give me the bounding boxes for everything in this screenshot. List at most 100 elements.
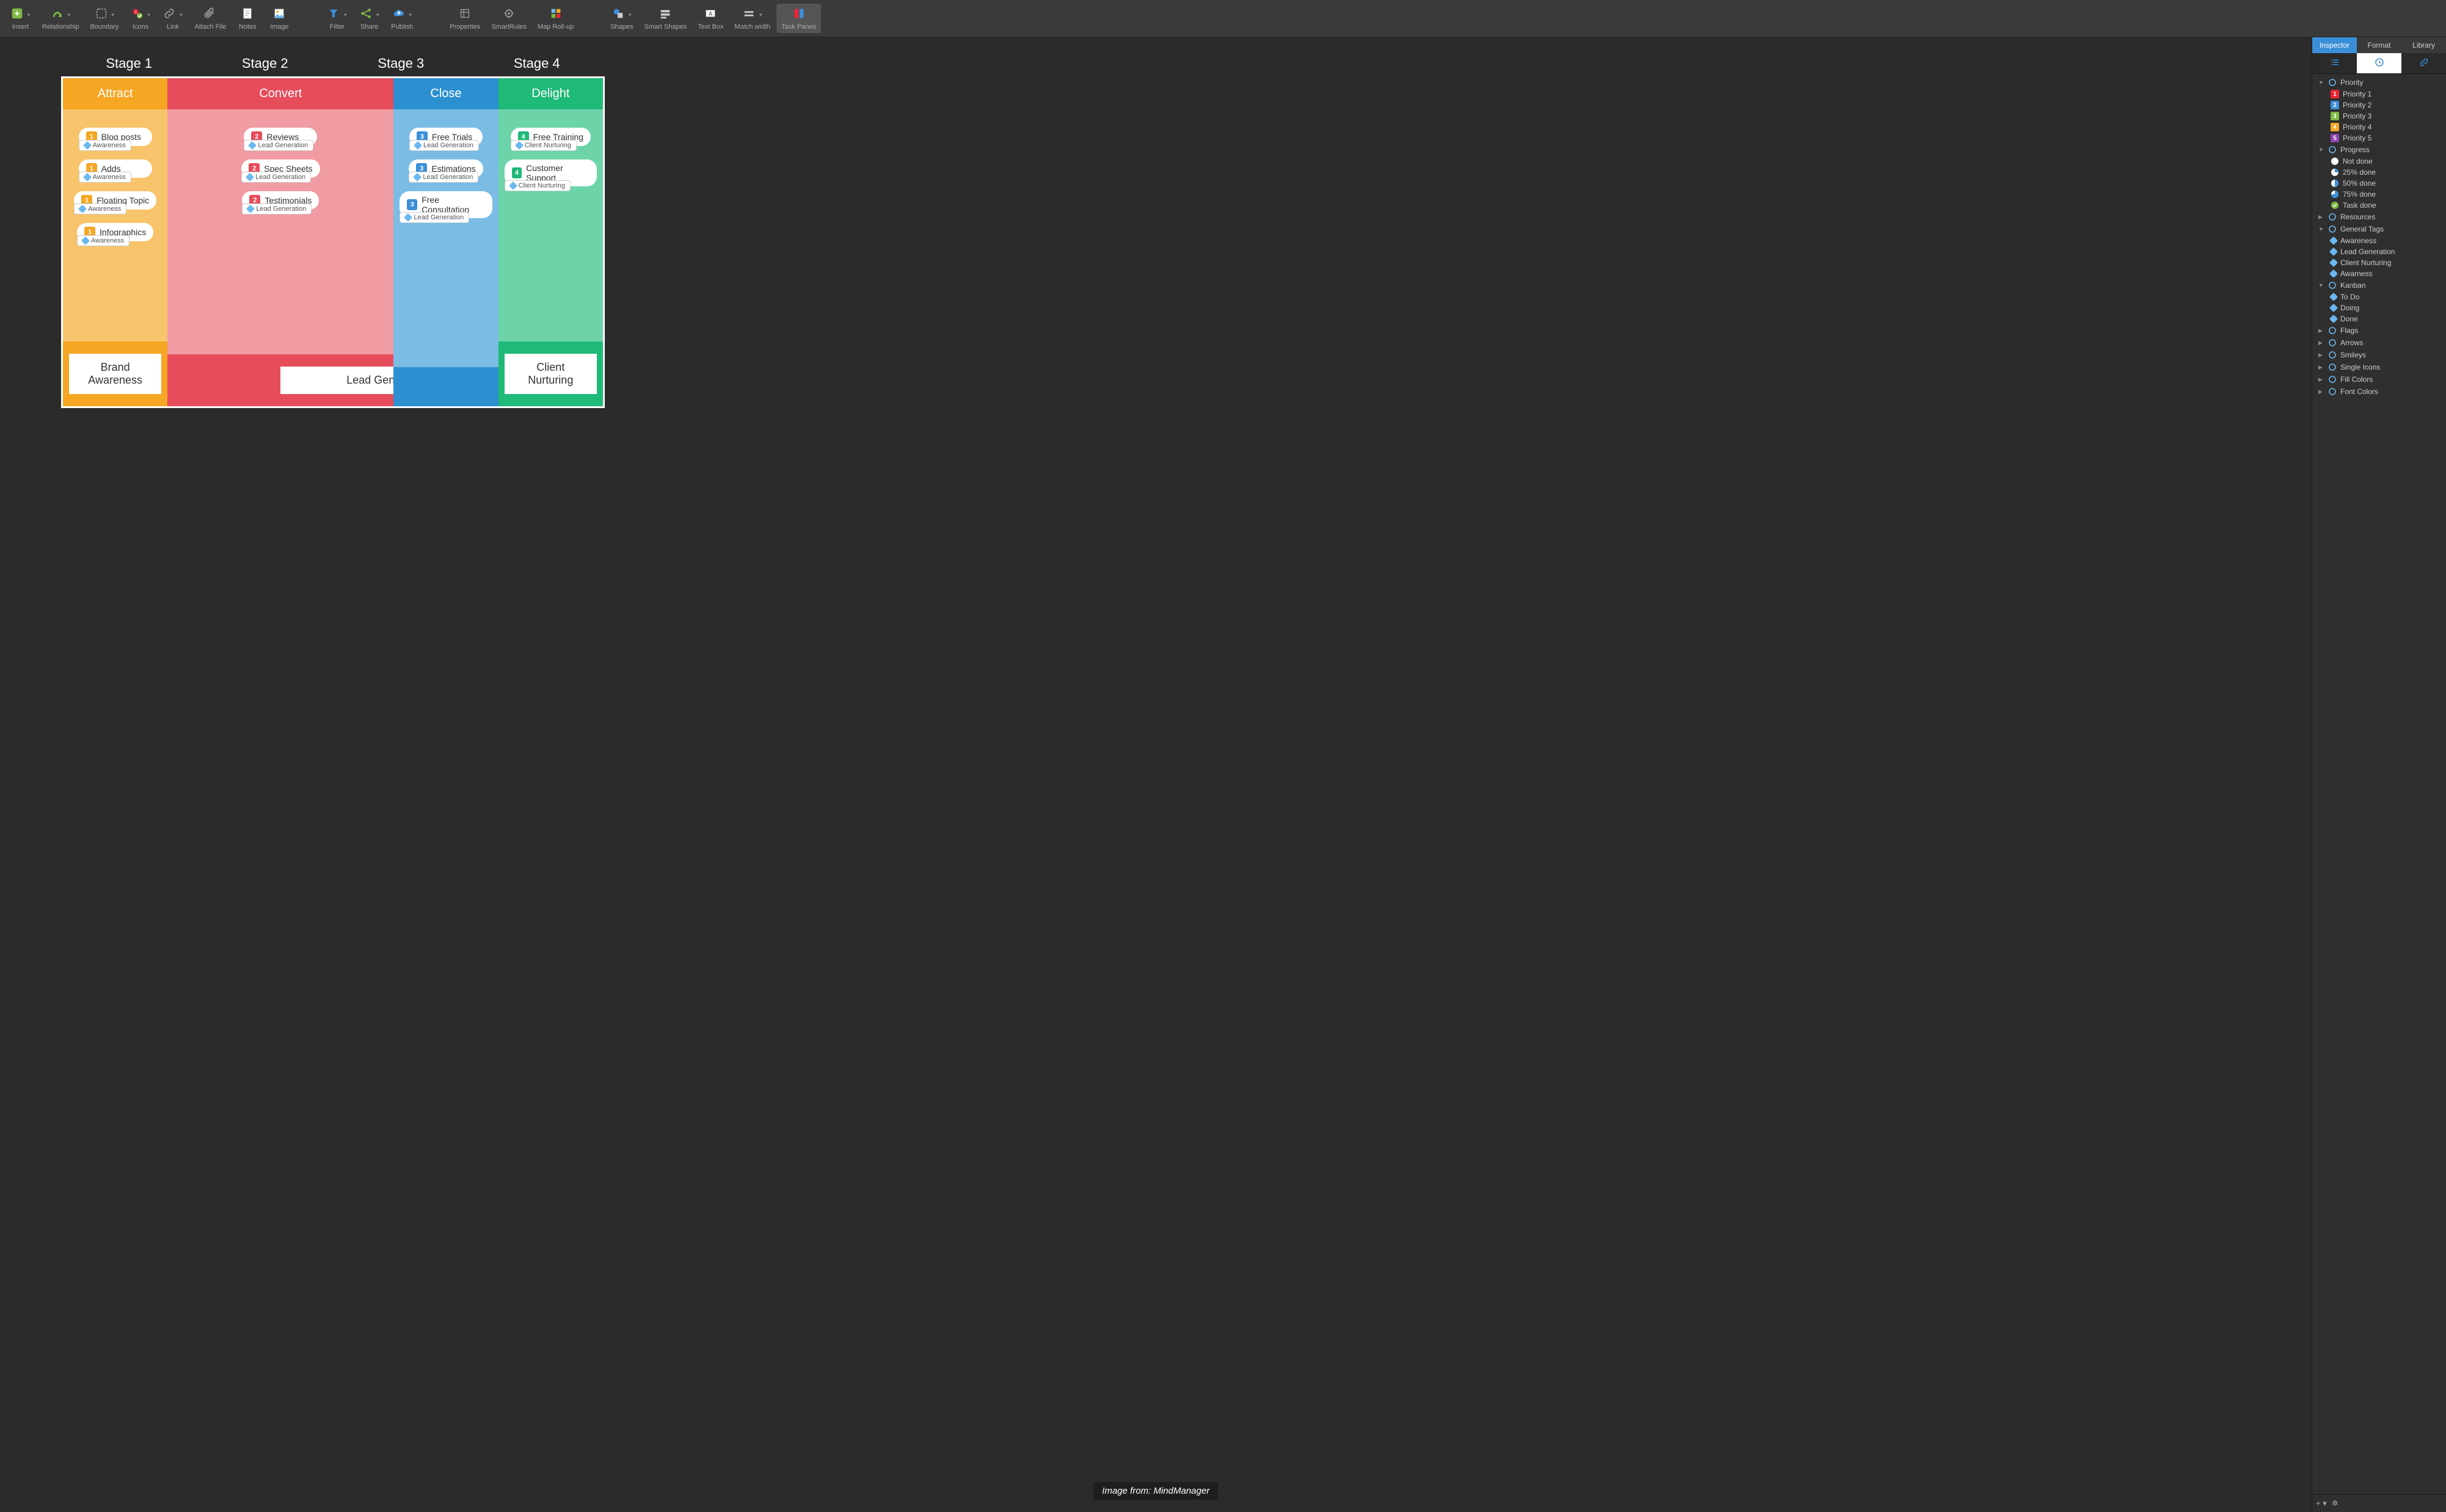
- topic-tag[interactable]: Lead Generation: [244, 140, 313, 151]
- toolbar-filter[interactable]: ▼Filter: [321, 4, 352, 33]
- column-header[interactable]: Close: [393, 78, 498, 109]
- tree-item[interactable]: Awarness: [2312, 268, 2446, 279]
- tree-group-arrows[interactable]: ▶Arrows: [2312, 337, 2446, 349]
- footer-label[interactable]: Brand Awareness: [69, 354, 161, 394]
- group-icon: [2328, 225, 2337, 233]
- toolbar-map-roll-up[interactable]: Map Roll-up: [533, 4, 579, 33]
- chevron-down-icon: ▼: [67, 12, 71, 18]
- tag-icon: [2329, 315, 2338, 323]
- tree-item[interactable]: 50% done: [2312, 178, 2446, 189]
- chevron-down-icon: ▼: [26, 12, 31, 18]
- tag-icon: [2329, 247, 2338, 256]
- footer-label[interactable]: Client Nurturing: [505, 354, 597, 394]
- group-icon: [2328, 351, 2337, 359]
- filter-icon: [326, 6, 341, 21]
- tag-icon: [404, 213, 412, 222]
- toolbar-publish[interactable]: ▼Publish: [386, 4, 418, 33]
- tree-group-general-tags[interactable]: ▼General Tags: [2312, 223, 2446, 235]
- tree-item[interactable]: Done: [2312, 313, 2446, 324]
- subtab-history[interactable]: [2357, 53, 2401, 73]
- toolbar-task-panes[interactable]: Task Panes: [776, 4, 821, 33]
- tree-item[interactable]: Not done: [2312, 156, 2446, 167]
- subtab-link[interactable]: [2401, 53, 2446, 73]
- panel-tab-inspector[interactable]: Inspector: [2312, 37, 2357, 53]
- stage-label: Stage 4: [469, 56, 605, 71]
- toolbar-relationship[interactable]: ▼Relationship: [37, 4, 84, 33]
- chevron-down-icon: ▼: [111, 12, 115, 18]
- tree-item[interactable]: Client Nurturing: [2312, 257, 2446, 268]
- panel-add-button[interactable]: + ▾: [2316, 1499, 2327, 1508]
- group-icon: [2328, 338, 2337, 347]
- tree-group-priority[interactable]: ▼Priority: [2312, 76, 2446, 89]
- tag-icon: [248, 141, 257, 150]
- topic-tag[interactable]: Client Nurturing: [505, 180, 571, 191]
- tree-item[interactable]: 1Priority 1: [2312, 89, 2446, 100]
- tree-item[interactable]: 25% done: [2312, 167, 2446, 178]
- toolbar-icons[interactable]: 1▼Icons: [125, 4, 156, 33]
- tree-item[interactable]: Lead Generation: [2312, 246, 2446, 257]
- tree-group-flags[interactable]: ▶Flags: [2312, 324, 2446, 337]
- toolbar-share[interactable]: ▼Share: [354, 4, 385, 33]
- toolbar-link[interactable]: ▼Link: [157, 4, 188, 33]
- column-header[interactable]: Delight: [498, 78, 603, 109]
- tag-icon: [83, 141, 92, 150]
- topic-tag[interactable]: Awareness: [77, 235, 130, 246]
- toolbar-smartrules[interactable]: SmartRules: [486, 4, 531, 33]
- group-icon: [2328, 145, 2337, 154]
- priority-icon: 5: [2331, 134, 2339, 142]
- tree-item[interactable]: 3Priority 3: [2312, 111, 2446, 122]
- tree-item[interactable]: 5Priority 5: [2312, 133, 2446, 144]
- toolbar-attach-file[interactable]: Attach File: [189, 4, 231, 33]
- tree-group-resources[interactable]: ▶Resources: [2312, 211, 2446, 223]
- topic-tag[interactable]: Client Nurturing: [511, 140, 577, 151]
- tree-group-smileys[interactable]: ▶Smileys: [2312, 349, 2446, 361]
- tree-item[interactable]: Awareness: [2312, 235, 2446, 246]
- disclosure-icon: ▶: [2318, 364, 2324, 371]
- tree-item[interactable]: 2Priority 2: [2312, 100, 2446, 111]
- tree-item[interactable]: Task done: [2312, 200, 2446, 211]
- tree-item[interactable]: 4Priority 4: [2312, 122, 2446, 133]
- panel-settings-button[interactable]: ✲: [2332, 1499, 2338, 1508]
- subtab-list[interactable]: [2312, 53, 2357, 73]
- tree-group-fill-colors[interactable]: ▶Fill Colors: [2312, 373, 2446, 385]
- toolbar-notes[interactable]: Notes: [232, 4, 263, 33]
- toolbar-match-width[interactable]: ▼Match width: [729, 4, 775, 33]
- topic-tag[interactable]: Awareness: [79, 140, 131, 151]
- topic-tag[interactable]: Lead Generation: [409, 172, 478, 183]
- toolbar-shapes[interactable]: ▼Shapes: [605, 4, 638, 33]
- tag-icon: [414, 141, 422, 150]
- tree-item[interactable]: Doing: [2312, 302, 2446, 313]
- tree-item[interactable]: 75% done: [2312, 189, 2446, 200]
- progress-icon: [2331, 190, 2339, 199]
- column-header[interactable]: Attract: [63, 78, 167, 109]
- tag-icon: [78, 205, 87, 213]
- tree-group-font-colors[interactable]: ▶Font Colors: [2312, 385, 2446, 398]
- panel-tab-library[interactable]: Library: [2401, 37, 2446, 53]
- toolbar-insert[interactable]: ▼Insert: [5, 4, 36, 33]
- topic-tag[interactable]: Lead Generation: [400, 212, 469, 223]
- tree-item[interactable]: To Do: [2312, 291, 2446, 302]
- toolbar-boundary[interactable]: ▼Boundary: [85, 4, 123, 33]
- stage-label: Stage 3: [333, 56, 469, 71]
- topic-tag[interactable]: Lead Generation: [409, 140, 479, 151]
- tree-group-single-icons[interactable]: ▶Single Icons: [2312, 361, 2446, 373]
- toolbar-image[interactable]: Image: [264, 4, 294, 33]
- stage-label: Stage 2: [197, 56, 334, 71]
- tree-group-kanban[interactable]: ▼Kanban: [2312, 279, 2446, 291]
- panel-tab-format[interactable]: Format: [2357, 37, 2401, 53]
- image-icon: [272, 6, 287, 21]
- topic-tag[interactable]: Awareness: [74, 203, 126, 214]
- topic-tag[interactable]: Lead Generation: [242, 203, 312, 214]
- column-body: 4Free TrainingClient Nurturing4Customer …: [498, 109, 603, 341]
- toolbar-smart-shapes[interactable]: Smart Shapes: [640, 4, 692, 33]
- image-caption: Image from: MindManager: [1093, 1482, 1218, 1500]
- tag-icon: [2329, 236, 2338, 245]
- toolbar-text-box[interactable]: AText Box: [693, 4, 728, 33]
- tree-group-progress[interactable]: ▼Progress: [2312, 144, 2446, 156]
- column-header[interactable]: Convert: [167, 78, 393, 109]
- topic-tag[interactable]: Lead Generation: [241, 172, 311, 183]
- topic-tag[interactable]: Awareness: [79, 172, 131, 183]
- progress-icon: [2331, 168, 2339, 177]
- toolbar-properties[interactable]: Properties: [445, 4, 485, 33]
- chevron-down-icon: ▼: [178, 12, 183, 18]
